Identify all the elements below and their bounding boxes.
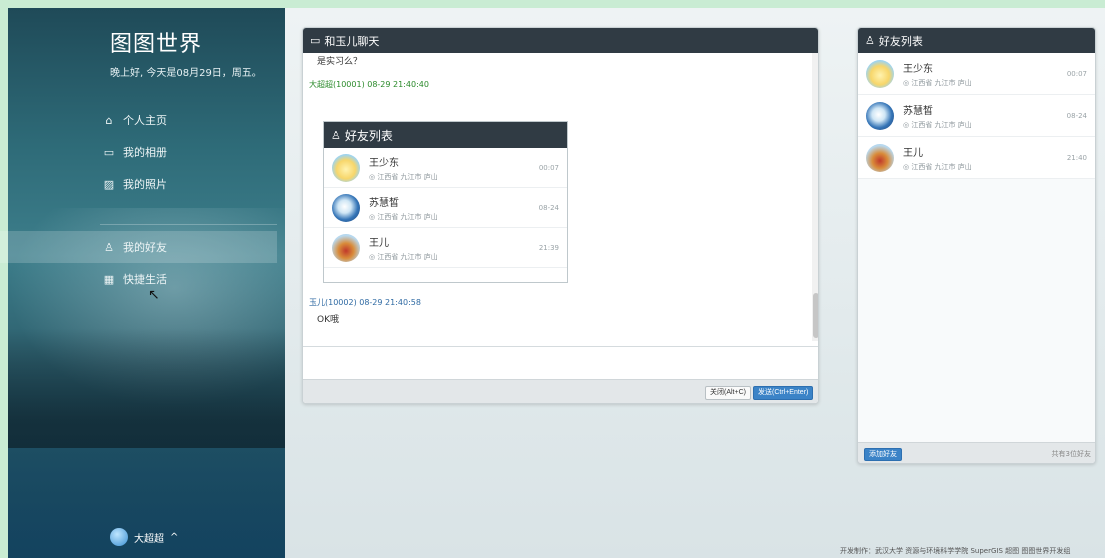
list-item: 苏慧皙 ◎ 江西省 九江市 庐山 08-24 bbox=[324, 188, 567, 228]
message-text: 是实习么？ bbox=[317, 57, 363, 67]
chat-scrollbar[interactable] bbox=[812, 53, 818, 341]
sidebar-item-label: 我的相册 bbox=[123, 146, 167, 159]
image-icon: ▨ bbox=[103, 177, 115, 191]
chat-window: ▭ 和玉儿聊天 是实习么？ 大超超(10001) 08-29 21:40:40 … bbox=[302, 27, 819, 404]
greeting-text: 晚上好, 今天是08月29日，周五。 bbox=[110, 68, 262, 79]
sidebar-item-label: 快捷生活 bbox=[123, 273, 167, 286]
grid-icon: ▦ bbox=[103, 272, 115, 286]
chevron-up-icon: ^ bbox=[170, 531, 179, 543]
friend-location: ◎ 江西省 九江市 庐山 bbox=[903, 162, 972, 171]
friend-time: 21:39 bbox=[538, 243, 559, 252]
avatar bbox=[332, 193, 360, 222]
friend-location: ◎ 江西省 九江市 庐山 bbox=[369, 212, 438, 221]
friend-name: 王儿 bbox=[369, 237, 389, 249]
friends-title: 好友列表 bbox=[878, 34, 923, 48]
chat-footer: 关闭(Alt+C) 发送(Ctrl+Enter) bbox=[303, 379, 818, 403]
sidebar-item-friends[interactable]: ♙ 我的好友 bbox=[0, 231, 277, 263]
friend-time: 00:07 bbox=[1066, 69, 1087, 78]
friends-panel: ♙ 好友列表 王少东 ◎ 江西省 九江市 庐山 00:07 苏慧皙 ◎ 江西省 … bbox=[857, 27, 1096, 464]
sidebar-item-home[interactable]: ⌂ 个人主页 bbox=[0, 104, 277, 136]
list-item[interactable]: 王少东 ◎ 江西省 九江市 庐山 00:07 bbox=[858, 53, 1095, 95]
user-icon: ♙ bbox=[865, 34, 875, 47]
avatar bbox=[332, 153, 360, 182]
friend-name: 王少东 bbox=[903, 63, 933, 75]
close-button[interactable]: 关闭(Alt+C) bbox=[705, 386, 751, 400]
user-icon: ♙ bbox=[104, 240, 114, 254]
chat-title: 和玉儿聊天 bbox=[324, 34, 380, 48]
chat-icon: ▭ bbox=[310, 34, 321, 47]
user-menu[interactable]: 大超超 ^ bbox=[110, 528, 178, 546]
embedded-screenshot[interactable]: ♙ 好友列表 王少东 ◎ 江西省 九江市 庐山 00:07 苏慧皙 ◎ 江西省 … bbox=[323, 121, 568, 283]
message-meta: 大超超(10001) 08-29 21:40:40 bbox=[309, 80, 429, 89]
sidebar-item-life[interactable]: ▦ 快捷生活 bbox=[0, 263, 277, 295]
friend-time: 21:40 bbox=[1066, 153, 1087, 162]
sidebar-nav: ⌂ 个人主页 ▭ 我的相册 ▨ 我的照片 ♙ 我的好友 ▦ 快捷生活 bbox=[0, 104, 277, 295]
embedded-title: 好友列表 bbox=[344, 128, 393, 143]
sidebar-divider bbox=[100, 224, 277, 225]
friends-header: ♙ 好友列表 bbox=[858, 28, 1095, 53]
avatar bbox=[866, 101, 894, 130]
chat-header: ▭ 和玉儿聊天 bbox=[303, 28, 818, 53]
app-title: 图图世界 bbox=[110, 32, 203, 57]
chat-messages: 是实习么？ 大超超(10001) 08-29 21:40:40 ♙ 好友列表 王… bbox=[303, 53, 813, 341]
sidebar-item-photos[interactable]: ▨ 我的照片 bbox=[0, 168, 277, 200]
user-icon: ♙ bbox=[331, 128, 341, 142]
list-item[interactable]: 王儿 ◎ 江西省 九江市 庐山 21:40 bbox=[858, 137, 1095, 179]
friends-list: 王少东 ◎ 江西省 九江市 庐山 00:07 苏慧皙 ◎ 江西省 九江市 庐山 … bbox=[858, 53, 1095, 179]
friend-time: 08-24 bbox=[538, 203, 559, 212]
embedded-header: ♙ 好友列表 bbox=[324, 122, 567, 148]
home-icon: ⌂ bbox=[105, 113, 113, 127]
sidebar-item-label: 我的好友 bbox=[123, 241, 167, 254]
friend-location: ◎ 江西省 九江市 庐山 bbox=[369, 172, 438, 181]
friend-name: 王少东 bbox=[369, 157, 399, 169]
friend-count: 共有3位好友 bbox=[1051, 450, 1091, 458]
sidebar-item-label: 个人主页 bbox=[123, 114, 167, 127]
message-text: OK哦 bbox=[317, 315, 339, 325]
friend-name: 苏慧皙 bbox=[369, 197, 399, 209]
friend-time: 00:07 bbox=[538, 163, 559, 172]
user-name: 大超超 bbox=[134, 533, 164, 545]
avatar bbox=[332, 233, 360, 262]
sidebar-item-albums[interactable]: ▭ 我的相册 bbox=[0, 136, 277, 168]
avatar bbox=[110, 528, 128, 546]
friend-location: ◎ 江西省 九江市 庐山 bbox=[903, 78, 972, 87]
cursor-icon: ↖ bbox=[148, 287, 160, 303]
add-friend-button[interactable]: 添加好友 bbox=[864, 448, 902, 461]
friend-name: 王儿 bbox=[903, 147, 923, 159]
folder-icon: ▭ bbox=[103, 145, 115, 159]
list-item: 王儿 ◎ 江西省 九江市 庐山 21:39 bbox=[324, 228, 567, 268]
friend-time: 08-24 bbox=[1066, 111, 1087, 120]
list-item[interactable]: 苏慧皙 ◎ 江西省 九江市 庐山 08-24 bbox=[858, 95, 1095, 137]
avatar bbox=[866, 143, 894, 172]
friends-footer: 添加好友 共有3位好友 bbox=[858, 442, 1095, 463]
friend-location: ◎ 江西省 九江市 庐山 bbox=[903, 120, 972, 129]
message-meta: 玉儿(10002) 08-29 21:40:58 bbox=[309, 298, 421, 307]
friend-name: 苏慧皙 bbox=[903, 105, 933, 117]
sidebar-item-label: 我的照片 bbox=[123, 178, 167, 191]
copyright-text: 开发制作：武汉大学 资源与环境科学学院 SuperGIS 超图 图图世界开发组 bbox=[840, 547, 1071, 555]
avatar bbox=[866, 59, 894, 88]
send-button[interactable]: 发送(Ctrl+Enter) bbox=[753, 386, 814, 400]
list-item: 王少东 ◎ 江西省 九江市 庐山 00:07 bbox=[324, 148, 567, 188]
friend-location: ◎ 江西省 九江市 庐山 bbox=[369, 252, 438, 261]
scrollbar-thumb[interactable] bbox=[813, 293, 818, 338]
